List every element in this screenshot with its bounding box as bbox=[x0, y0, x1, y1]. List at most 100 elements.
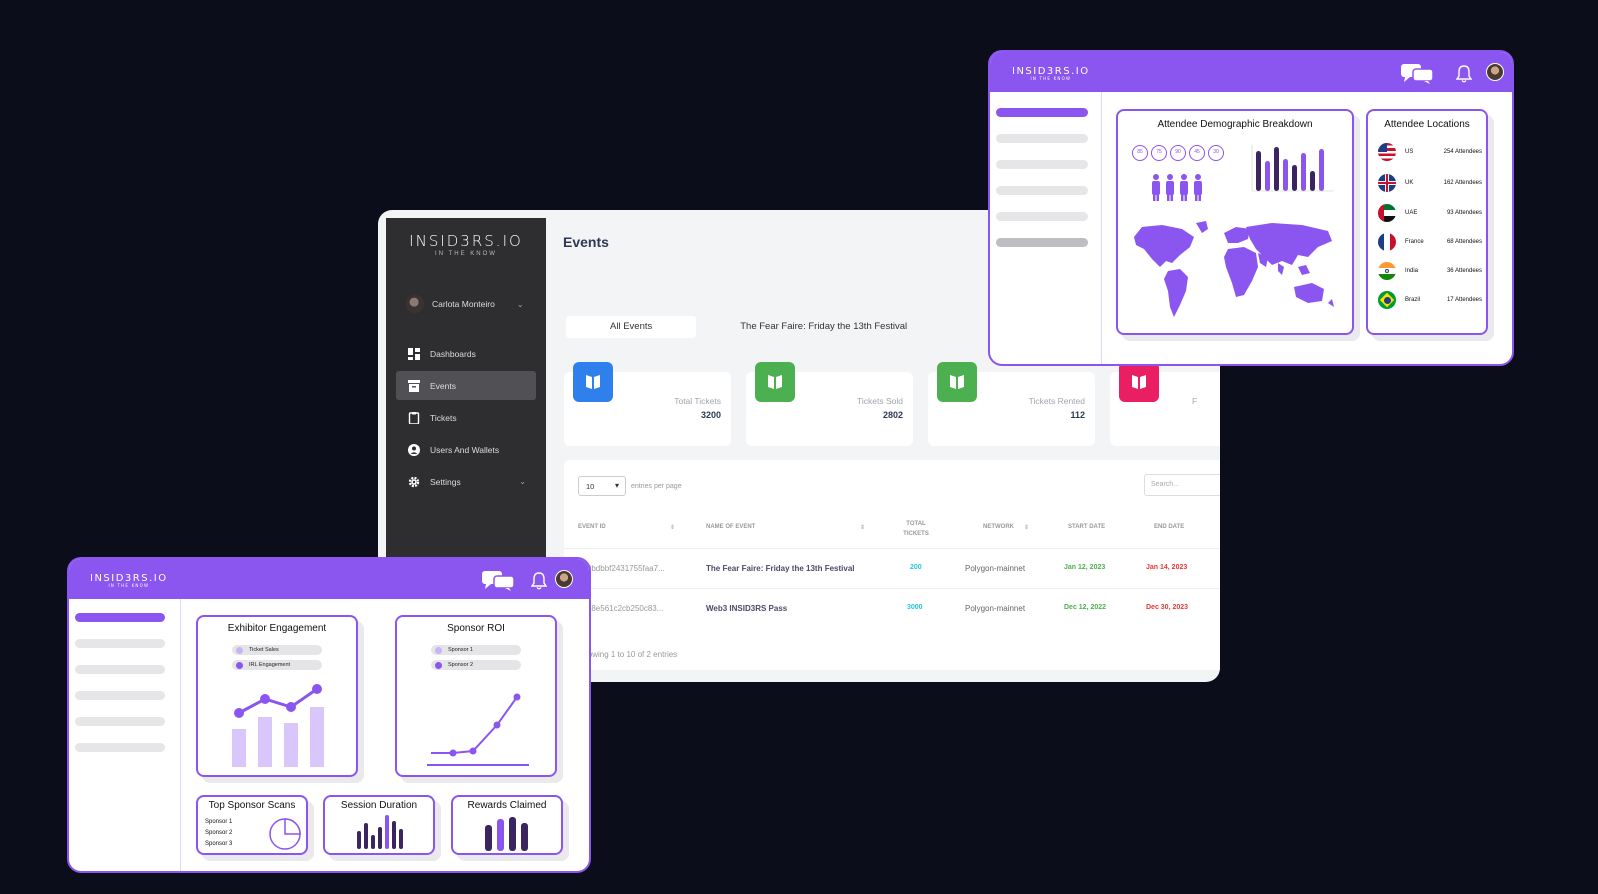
chart-point bbox=[449, 749, 457, 757]
total-tickets: 3000 bbox=[907, 604, 923, 611]
column-header[interactable]: EVENT ID bbox=[578, 524, 606, 530]
age-circle: 90 bbox=[1170, 145, 1186, 161]
pie-chart-icon bbox=[269, 818, 301, 850]
sidebar-item[interactable] bbox=[996, 134, 1088, 143]
sidebar-item-settings[interactable]: Settings ⌄ bbox=[396, 467, 536, 496]
stat-value: 112 bbox=[1070, 410, 1085, 420]
avatar[interactable] bbox=[1486, 63, 1504, 81]
column-header[interactable]: NAME OF EVENT bbox=[706, 524, 755, 530]
panel-title: Rewards Claimed bbox=[467, 800, 547, 811]
event-id: 639bdbbf2431755faa7... bbox=[578, 564, 665, 573]
location-row: UK 162 Attendees bbox=[1378, 174, 1482, 192]
ticket-icon bbox=[573, 362, 613, 402]
tab-all-events[interactable]: All Events bbox=[566, 316, 697, 338]
column-header[interactable]: NETWORK bbox=[983, 524, 1014, 530]
panel-title: Top Sponsor Scans bbox=[208, 800, 296, 811]
chart-bar bbox=[378, 827, 382, 849]
people-icon-group bbox=[1152, 174, 1202, 201]
sidebar bbox=[990, 92, 1102, 364]
chart-point bbox=[286, 702, 296, 712]
table-row[interactable]: 639bdbbf2431755faa7... The Fear Faire: F… bbox=[564, 548, 1220, 588]
event-name[interactable]: The Fear Faire: Friday the 13th Festival bbox=[706, 564, 855, 573]
legend-item: Ticket Sales bbox=[232, 645, 322, 655]
india-flag-icon bbox=[1378, 262, 1396, 280]
avatar[interactable] bbox=[555, 570, 573, 588]
user-circle-icon bbox=[408, 443, 420, 456]
sidebar-item[interactable] bbox=[75, 717, 165, 726]
chat-icon[interactable] bbox=[1400, 63, 1434, 85]
stat-card-tickets-rented: Tickets Rented 112 bbox=[928, 362, 1095, 446]
roi-chart bbox=[427, 693, 529, 766]
table-row[interactable]: 6398e561c2cb250c83... Web3 INSID3RS Pass… bbox=[564, 588, 1220, 628]
sort-icon[interactable]: ⇕ bbox=[1024, 524, 1029, 531]
sidebar-item-dashboards[interactable]: Dashboards bbox=[396, 339, 536, 368]
sidebar-item[interactable] bbox=[996, 212, 1088, 221]
bell-icon[interactable] bbox=[1456, 65, 1472, 83]
stat-label: Tickets Rented bbox=[1028, 396, 1085, 406]
stat-label: F bbox=[1192, 396, 1198, 406]
sort-icon[interactable]: ⇕ bbox=[670, 524, 675, 531]
sidebar-item[interactable] bbox=[996, 160, 1088, 169]
column-header[interactable]: END DATE bbox=[1154, 524, 1184, 530]
panel-title: Sponsor ROI bbox=[447, 623, 505, 634]
chart-bar bbox=[1292, 165, 1297, 191]
tab-fear-faire[interactable]: The Fear Faire: Friday the 13th Festival bbox=[696, 316, 951, 338]
page-title: Events bbox=[563, 234, 609, 250]
sidebar-item[interactable] bbox=[75, 691, 165, 700]
top-sponsor-scans-panel: Top Sponsor Scans Sponsor 1 Sponsor 2 Sp… bbox=[196, 795, 308, 855]
uk-flag-icon bbox=[1378, 174, 1396, 192]
chart-bar bbox=[284, 723, 298, 767]
brazil-flag-icon bbox=[1378, 291, 1396, 309]
chart-bar bbox=[399, 829, 403, 849]
sidebar bbox=[69, 599, 181, 871]
archive-icon bbox=[408, 379, 420, 392]
exhibitor-engagement-panel: Exhibitor Engagement Ticket Sales IRL En… bbox=[196, 615, 358, 777]
panel-title: Session Duration bbox=[340, 800, 418, 811]
country-name: UK bbox=[1405, 180, 1414, 186]
sidebar-item-active[interactable] bbox=[75, 613, 165, 622]
chart-line bbox=[238, 687, 318, 715]
chart-bar bbox=[1301, 153, 1306, 191]
stat-card-partial: F bbox=[1110, 362, 1220, 446]
column-header[interactable]: TOTAL TICKETS bbox=[903, 519, 929, 539]
sidebar-nav: Dashboards Events Tickets Users And Wall… bbox=[386, 339, 546, 496]
list-item: Sponsor 1 bbox=[205, 819, 233, 825]
sidebar-item-users-and-wallets[interactable]: Users And Wallets bbox=[396, 435, 536, 464]
legend-dot bbox=[236, 661, 243, 669]
dashboard-icon bbox=[408, 347, 420, 360]
sidebar-item-active[interactable] bbox=[996, 108, 1088, 117]
sidebar-item-events[interactable]: Events bbox=[396, 371, 536, 400]
table-footer: Showing 1 to 10 of 2 entries bbox=[578, 650, 678, 659]
entries-select[interactable]: 10 bbox=[578, 476, 626, 496]
column-header[interactable]: START DATE bbox=[1068, 524, 1105, 530]
event-name[interactable]: Web3 INSID3RS Pass bbox=[706, 604, 787, 613]
rewards-bar-chart bbox=[485, 817, 528, 851]
entries-per-page: 10 entries per page bbox=[578, 476, 682, 496]
event-tabs: All Events The Fear Faire: Friday the 13… bbox=[566, 316, 951, 338]
attendee-count: 93 Attendees bbox=[1446, 210, 1482, 216]
start-date: Dec 12, 2022 bbox=[1064, 604, 1107, 611]
attendee-count: 254 Attendees bbox=[1443, 149, 1482, 155]
sidebar-item-tickets[interactable]: Tickets bbox=[396, 403, 536, 432]
chart-bars bbox=[1256, 147, 1324, 191]
location-row: India 36 Attendees bbox=[1378, 262, 1482, 280]
sidebar-item-label: Settings bbox=[430, 476, 461, 487]
legend-label: Ticket Sales bbox=[249, 647, 279, 653]
ticket-icon bbox=[755, 362, 795, 402]
chat-icon[interactable] bbox=[481, 570, 515, 592]
location-row: Brazil 17 Attendees bbox=[1378, 291, 1482, 309]
ticket-icon bbox=[937, 362, 977, 402]
user-menu[interactable]: Carlota Monteiro ⌄ bbox=[406, 295, 546, 313]
sort-icon[interactable]: ⇕ bbox=[860, 524, 865, 531]
search-input[interactable]: Search... bbox=[1144, 474, 1220, 496]
sidebar-item[interactable] bbox=[75, 665, 165, 674]
sidebar-item[interactable] bbox=[996, 186, 1088, 195]
stat-label: Tickets Sold bbox=[857, 396, 903, 406]
top-bar: INSID3RS.IO IN THE KNOW bbox=[69, 559, 589, 599]
bell-icon[interactable] bbox=[531, 572, 547, 590]
sidebar-item[interactable] bbox=[75, 639, 165, 648]
sidebar-item[interactable] bbox=[996, 238, 1088, 247]
attendee-count: 17 Attendees bbox=[1446, 297, 1482, 303]
sidebar-item[interactable] bbox=[75, 743, 165, 752]
rewards-claimed-panel: Rewards Claimed bbox=[451, 795, 563, 855]
